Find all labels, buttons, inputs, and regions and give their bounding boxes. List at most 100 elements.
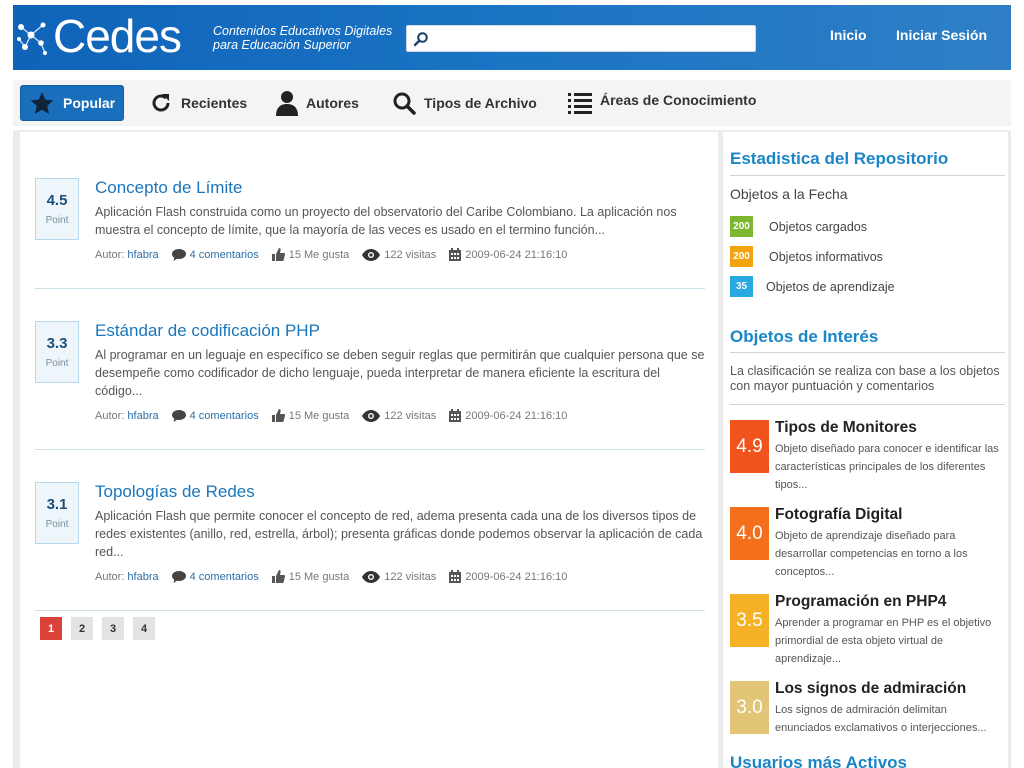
interest-item-title[interactable]: Tipos de Monitores bbox=[775, 419, 917, 437]
divider bbox=[730, 404, 1005, 405]
visits-count: 122 visitas bbox=[384, 570, 437, 583]
score-label: Point bbox=[45, 215, 69, 226]
search-icon bbox=[392, 90, 416, 116]
comments-count: 4 comentarios bbox=[189, 248, 259, 261]
interest-item-title[interactable]: Los signos de admiración bbox=[775, 680, 966, 698]
author-meta: Autor: hfabra bbox=[95, 249, 159, 261]
comment-icon bbox=[171, 570, 186, 583]
score-label: Point bbox=[45, 358, 69, 369]
comments-count: 4 comentarios bbox=[189, 409, 259, 422]
visits-meta: 122 visitas bbox=[362, 570, 437, 583]
comments-count: 4 comentarios bbox=[189, 570, 259, 583]
likes-meta[interactable]: 15 Me gusta bbox=[271, 409, 350, 422]
interest-item-description: Objeto diseñado para conocer e identific… bbox=[775, 443, 999, 491]
divider bbox=[35, 288, 705, 289]
article-title-link[interactable]: Concepto de Límite bbox=[95, 178, 705, 198]
author-label: Autor: bbox=[95, 248, 125, 261]
sidebar: Estadistica del Repositorio Objetos a la… bbox=[723, 132, 1008, 768]
article-meta: Autor: hfabra 4 comentarios 15 Me gusta … bbox=[95, 570, 705, 583]
search-box[interactable] bbox=[406, 25, 756, 52]
tab-label: Popular bbox=[63, 95, 116, 111]
article-body: Concepto de Límite Aplicación Flash cons… bbox=[95, 178, 705, 261]
thumbs-up-icon bbox=[271, 409, 285, 422]
article-description: Al programar en un leguaje en específico… bbox=[95, 348, 705, 398]
thumbs-up-icon bbox=[271, 248, 285, 261]
nav-login-link[interactable]: Iniciar Sesión bbox=[896, 27, 987, 43]
eye-icon bbox=[362, 248, 381, 261]
score-badge: 4.5 Point bbox=[35, 178, 79, 240]
likes-meta[interactable]: 15 Me gusta bbox=[271, 570, 350, 583]
stats-title: Estadistica del Repositorio bbox=[730, 149, 949, 168]
list-icon bbox=[568, 92, 592, 114]
tab-tipos-archivo[interactable]: Tipos de Archivo bbox=[392, 85, 537, 121]
eye-icon bbox=[362, 409, 381, 422]
likes-count: 15 Me gusta bbox=[288, 570, 350, 583]
interest-item-title[interactable]: Fotografía Digital bbox=[775, 506, 902, 524]
divider bbox=[730, 352, 1005, 353]
count-badge: 35 bbox=[730, 276, 753, 297]
page-1-button[interactable]: 1 bbox=[40, 617, 62, 640]
user-icon bbox=[276, 90, 298, 116]
article-description: Aplicación Flash construida como un proy… bbox=[95, 205, 677, 237]
score-value: 4.5 bbox=[46, 192, 68, 209]
article-title-link[interactable]: Estándar de codificación PHP bbox=[95, 321, 705, 341]
stats-subtitle: Objetos a la Fecha bbox=[730, 186, 848, 202]
likes-count: 15 Me gusta bbox=[288, 409, 350, 422]
page-3-button[interactable]: 3 bbox=[102, 617, 124, 640]
visits-meta: 122 visitas bbox=[362, 409, 437, 422]
stat-label: Objetos de aprendizaje bbox=[766, 279, 895, 294]
interest-item-title[interactable]: Programación en PHP4 bbox=[775, 593, 946, 611]
article-body: Topologías de Redes Aplicación Flash que… bbox=[95, 482, 705, 583]
eye-icon bbox=[362, 570, 381, 583]
molecule-logo-icon bbox=[17, 22, 47, 55]
nav-inicio-link[interactable]: Inicio bbox=[830, 27, 867, 43]
author-link[interactable]: hfabra bbox=[127, 410, 158, 422]
calendar-icon bbox=[449, 248, 462, 261]
comments-meta[interactable]: 4 comentarios bbox=[171, 248, 259, 261]
tab-areas-conocimiento[interactable]: Áreas de Conocimiento bbox=[568, 85, 756, 121]
page-2-button[interactable]: 2 bbox=[71, 617, 93, 640]
calendar-icon bbox=[449, 570, 462, 583]
score-badge: 3.3 Point bbox=[35, 321, 79, 383]
author-link[interactable]: hfabra bbox=[127, 571, 158, 583]
active-users-title: Usuarios más Activos bbox=[730, 753, 907, 768]
tab-autores[interactable]: Autores bbox=[276, 85, 359, 121]
comment-icon bbox=[171, 409, 186, 422]
main-area: 4.5 Point Concepto de Límite Aplicación … bbox=[13, 130, 1011, 768]
count-badge: 200 bbox=[730, 246, 753, 267]
date-meta: 2009-06-24 21:16:10 bbox=[449, 570, 567, 583]
likes-meta[interactable]: 15 Me gusta bbox=[271, 248, 349, 261]
visits-count: 122 visitas bbox=[384, 248, 437, 261]
article-title-link[interactable]: Topologías de Redes bbox=[95, 482, 705, 502]
score-box: 4.9 bbox=[730, 420, 769, 473]
tab-label: Áreas de Conocimiento bbox=[600, 92, 757, 108]
content-column: 4.5 Point Concepto de Límite Aplicación … bbox=[20, 132, 718, 768]
tagline-line-2: para Educación Superior bbox=[213, 38, 351, 52]
article-meta: Autor: hfabra 4 comentarios 15 Me gusta … bbox=[95, 409, 705, 422]
pagination: 1 2 3 4 bbox=[40, 617, 164, 640]
comments-meta[interactable]: 4 comentarios bbox=[171, 570, 259, 583]
article-meta: Autor: hfabra 4 comentarios 15 Me gusta … bbox=[95, 248, 705, 261]
score-box: 3.0 bbox=[730, 681, 769, 734]
tab-recientes[interactable]: Recientes bbox=[149, 85, 247, 121]
search-icon[interactable] bbox=[413, 31, 429, 52]
tab-label: Recientes bbox=[181, 95, 248, 111]
date-value: 2009-06-24 21:16:10 bbox=[465, 248, 568, 261]
category-tabs: Popular Recientes Autores Tipos de Archi… bbox=[13, 80, 1011, 126]
date-value: 2009-06-24 21:16:10 bbox=[465, 570, 568, 583]
interest-item-description: Aprender a programar en PHP es el objeti… bbox=[775, 617, 992, 665]
tagline: Contenidos Educativos Digitales para Edu… bbox=[213, 24, 392, 52]
divider bbox=[730, 175, 1005, 176]
author-meta: Autor: hfabra bbox=[95, 410, 159, 422]
page-4-button[interactable]: 4 bbox=[133, 617, 155, 640]
comments-meta[interactable]: 4 comentarios bbox=[171, 409, 259, 422]
visits-count: 122 visitas bbox=[384, 409, 437, 422]
search-input[interactable] bbox=[433, 29, 751, 49]
tab-popular[interactable]: Popular bbox=[20, 85, 124, 121]
divider bbox=[35, 610, 705, 611]
article-body: Estándar de codificación PHP Al programa… bbox=[95, 321, 705, 422]
score-label: Point bbox=[45, 519, 69, 530]
author-link[interactable]: hfabra bbox=[127, 249, 158, 261]
logo[interactable]: Cedes bbox=[15, 10, 195, 62]
stat-row: 200 Objetos cargados bbox=[730, 216, 867, 237]
